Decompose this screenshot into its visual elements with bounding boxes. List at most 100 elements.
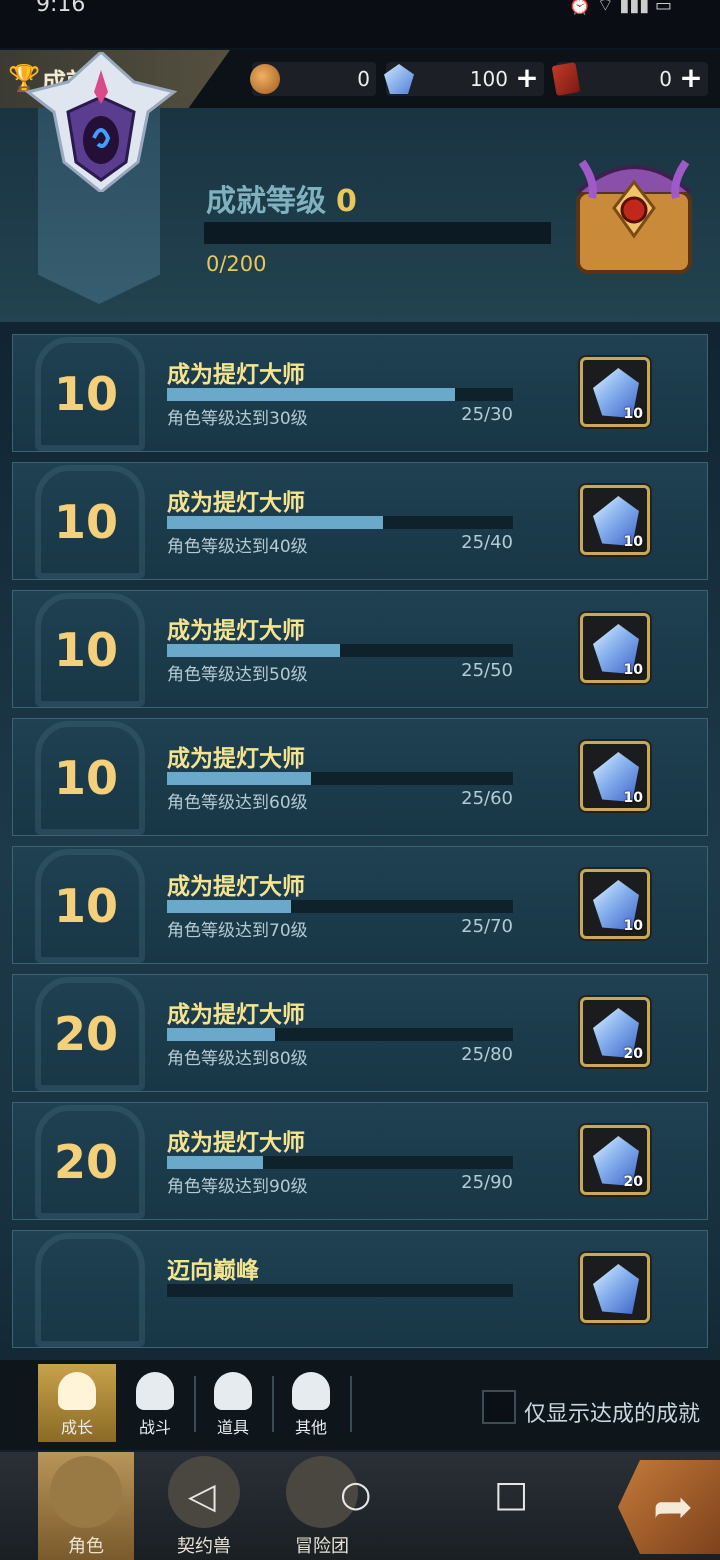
filter-checkbox[interactable] [482,1390,516,1424]
reward-quantity: 10 [623,406,643,422]
crystal-icon [384,64,414,94]
reward-slot[interactable]: 10 [580,357,650,427]
tab-other-label: 其他 [294,1418,327,1437]
main-nav: 角色 契约兽 冒险团 ◁ ○ □ ➦ [0,1452,720,1560]
achievement-desc: 角色等级达到60级 [167,793,308,813]
level-progress-bar [204,222,551,244]
achievement-name: 成为提灯大师 [167,490,305,516]
achievement-card[interactable]: 10 成为提灯大师 角色等级达到60级 25/60 10 [12,718,708,836]
achievement-card[interactable]: 10 成为提灯大师 角色等级达到30级 25/30 10 [12,334,708,452]
points-frame [35,1233,145,1347]
tab-items-label: 道具 [216,1418,249,1437]
achievement-card[interactable]: 20 成为提灯大师 角色等级达到90级 25/90 20 [12,1102,708,1220]
reward-slot[interactable]: 10 [580,869,650,939]
reward-quantity: 10 [623,790,643,806]
achievement-card[interactable]: 10 成为提灯大师 角色等级达到50级 25/50 10 [12,590,708,708]
coin-icon [250,64,280,94]
battle-icon [136,1372,174,1410]
achievement-progress-fill [167,900,291,913]
achievement-card[interactable]: 10 成为提灯大师 角色等级达到40级 25/40 10 [12,462,708,580]
reward-slot[interactable] [580,1253,650,1323]
achievement-name: 成为提灯大师 [167,874,305,900]
achievement-progress-bar [167,516,513,529]
reward-slot[interactable]: 20 [580,997,650,1067]
reward-quantity: 10 [623,534,643,550]
achievement-progress-fill [167,388,456,401]
achievement-count: 25/40 [461,532,513,553]
achievement-progress-bar [167,900,513,913]
achievement-progress-bar [167,1028,513,1041]
achievement-count: 25/70 [461,916,513,937]
reward-quantity: 20 [623,1174,643,1190]
achievement-progress-bar [167,644,513,657]
achievement-desc: 角色等级达到40级 [167,537,308,557]
add-crystal-button[interactable]: + [514,64,540,92]
status-time: 9:16 [36,0,86,17]
reward-slot[interactable]: 20 [580,1125,650,1195]
achievement-level: 成就等级 0 [206,176,357,220]
achievement-points: 10 [53,879,118,933]
growth-icon [58,1372,96,1410]
nav-character-label: 角色 [68,1536,104,1557]
tab-other[interactable]: 其他 [272,1364,352,1442]
achievement-points: 20 [53,1007,118,1061]
crystal-value: 100 [469,67,508,91]
achievement-count: 25/50 [461,660,513,681]
system-back-button[interactable]: ◁ [188,1476,216,1517]
tab-growth[interactable]: 成长 [38,1364,116,1442]
achievement-name: 成为提灯大师 [167,618,305,644]
achievement-desc: 角色等级达到30级 [167,409,308,429]
go-arrow-button[interactable]: ➦ [618,1460,720,1554]
achievement-name: 成为提灯大师 [167,746,305,772]
achievement-points: 10 [53,495,118,549]
reward-chest-icon[interactable] [572,152,696,276]
reward-quantity: 20 [623,1046,643,1062]
achievement-points: 20 [53,1135,118,1189]
achievement-name: 成为提灯大师 [167,1002,305,1028]
tab-divider [350,1376,352,1432]
achievement-desc: 角色等级达到80级 [167,1049,308,1069]
coin-value: 0 [357,67,370,91]
filter-label: 仅显示达成的成就 [524,1402,701,1427]
achievement-card[interactable]: 20 成为提灯大师 角色等级达到80级 25/80 20 [12,974,708,1092]
achievement-name: 迈向巅峰 [167,1258,259,1284]
achievement-progress-bar [167,1156,513,1169]
reward-quantity: 10 [623,918,643,934]
nav-character[interactable]: 角色 [38,1452,134,1560]
achievement-progress-fill [167,1028,276,1041]
tab-battle[interactable]: 战斗 [116,1364,196,1442]
achievement-name: 成为提灯大师 [167,362,305,388]
achievement-progress-bar [167,772,513,785]
tab-items[interactable]: 道具 [194,1364,274,1442]
add-ticket-button[interactable]: + [678,64,704,92]
achievement-count: 25/30 [461,404,513,425]
achievement-points: 10 [53,367,118,421]
currency-crystal: 100 + [384,62,544,96]
system-recents-button[interactable]: □ [494,1474,528,1515]
achievement-card[interactable]: 迈向巅峰 [12,1230,708,1348]
reward-slot[interactable]: 10 [580,613,650,683]
reward-quantity: 10 [623,662,643,678]
achievement-progress-fill [167,644,340,657]
reward-slot[interactable]: 10 [580,741,650,811]
nav-pet-label: 契约兽 [177,1536,231,1557]
achievement-list[interactable]: 10 成为提灯大师 角色等级达到30级 25/30 10 10 成为提灯大师 角… [12,334,708,1348]
nav-guild-label: 冒险团 [295,1536,349,1557]
achievement-count: 25/90 [461,1172,513,1193]
ticket-value: 0 [659,67,672,91]
achievement-progress-bar [167,1284,513,1297]
crystal-icon [593,1264,639,1314]
achievement-level-label: 成就等级 [206,184,326,219]
ticket-icon [551,62,581,96]
system-home-button[interactable]: ○ [340,1474,371,1515]
reward-slot[interactable]: 10 [580,485,650,555]
item-icon [214,1372,252,1410]
achievement-points: 10 [53,623,118,677]
achievement-level-value: 0 [336,184,357,219]
achievement-card[interactable]: 10 成为提灯大师 角色等级达到70级 25/70 10 [12,846,708,964]
achievement-progress-fill [167,1156,264,1169]
currency-coin: 0 [250,62,376,96]
achievement-count: 25/60 [461,788,513,809]
achievement-progress-fill [167,772,312,785]
achievement-desc: 角色等级达到50级 [167,665,308,685]
